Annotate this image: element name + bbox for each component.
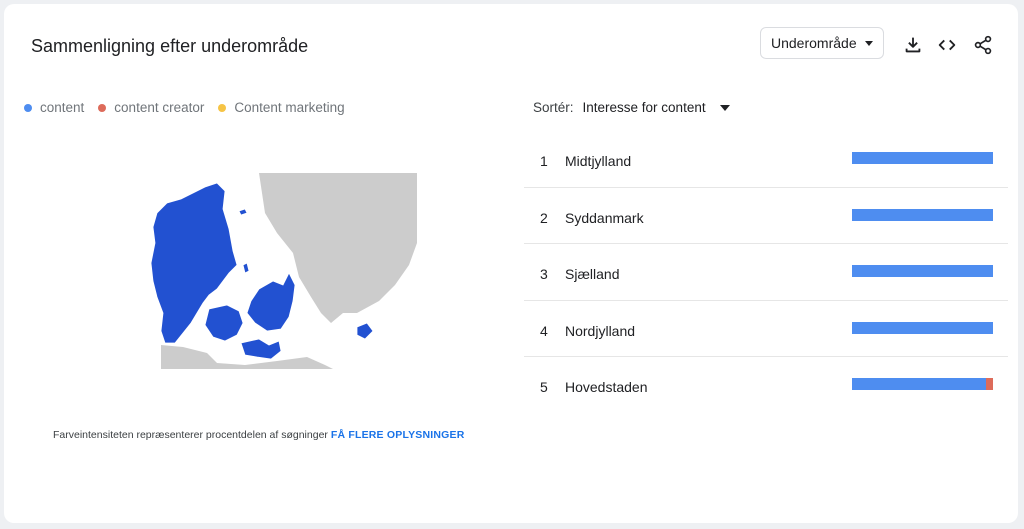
interest-bar: [852, 265, 993, 277]
sort-label: Sortér:: [533, 100, 574, 115]
anholt-shape[interactable]: [238, 208, 248, 216]
footnote-text: Farveintensiteten repræsenterer procentd…: [53, 429, 328, 441]
lolland-falster-shape[interactable]: [240, 338, 282, 360]
card-title: Sammenligning efter underområde: [31, 36, 309, 56]
legend-item-content-creator: content creator: [98, 100, 204, 115]
region-name[interactable]: Sjælland: [565, 266, 619, 282]
dropdown-label: Underområde: [771, 35, 857, 51]
caret-down-icon[interactable]: [719, 104, 730, 111]
rank-number: 5: [540, 379, 548, 395]
sort-value[interactable]: Interesse for content: [583, 100, 706, 115]
legend-dot-icon: [98, 103, 107, 112]
bornholm-shape[interactable]: [356, 322, 374, 340]
region-name[interactable]: Syddanmark: [565, 210, 644, 226]
rank-number: 4: [540, 322, 548, 339]
list-item[interactable]: 1 Midtjylland: [524, 131, 1008, 188]
interest-bar: [852, 378, 993, 390]
interest-bar: [852, 321, 993, 334]
bar-segment-content: [852, 152, 993, 164]
legend-label: Content marketing: [234, 100, 345, 115]
subregion-dropdown[interactable]: Underområde: [760, 27, 884, 59]
region-name[interactable]: Midtjylland: [565, 153, 631, 169]
comparison-card: Sammenligning efter underområde Underomr…: [4, 4, 1018, 523]
legend-dot-icon: [218, 103, 227, 112]
legend: content content creator Content marketin…: [24, 100, 345, 115]
interest-bar: [852, 208, 993, 221]
rank-number: 2: [540, 209, 548, 226]
sort-control: Sortér: Interesse for content: [533, 100, 730, 115]
interest-bar: [852, 152, 993, 164]
funen-shape[interactable]: [204, 304, 244, 342]
bar-segment-content: [852, 265, 993, 277]
legend-dot-icon: [24, 103, 32, 112]
zealand-shape[interactable]: [246, 272, 296, 332]
legend-label: content creator: [114, 100, 205, 115]
download-icon[interactable]: [902, 34, 924, 56]
share-icon[interactable]: [972, 34, 994, 56]
region-name[interactable]: Hovedstaden: [565, 379, 648, 395]
more-info-link[interactable]: FÅ FLERE OPLYSNINGER: [331, 429, 465, 441]
caret-down-icon: [865, 41, 873, 46]
bar-segment-content: [852, 321, 993, 334]
legend-label: content: [40, 100, 85, 115]
bar-segment-content: [852, 208, 993, 221]
list-item[interactable]: 3 Sjælland: [524, 244, 1008, 301]
code-icon[interactable]: [936, 34, 958, 56]
list-item[interactable]: 4 Nordjylland: [524, 301, 1008, 357]
list-item[interactable]: 5 Hovedstaden: [524, 357, 1008, 413]
footnote: Farveintensiteten repræsenterer procentd…: [53, 429, 465, 441]
legend-item-content: content: [24, 100, 84, 115]
rank-number: 1: [540, 153, 548, 169]
region-list: 1 Midtjylland 2 Syddanmark 3 Sjælland 4 …: [524, 131, 1008, 413]
denmark-map[interactable]: [147, 173, 417, 369]
list-item[interactable]: 2 Syddanmark: [524, 188, 1008, 244]
bar-segment-content: [852, 378, 986, 390]
legend-item-content-marketing: Content marketing: [218, 100, 345, 115]
rank-number: 3: [540, 266, 548, 282]
samso-shape[interactable]: [242, 262, 250, 274]
region-name[interactable]: Nordjylland: [565, 323, 635, 339]
bar-segment-creator: [985, 378, 993, 390]
